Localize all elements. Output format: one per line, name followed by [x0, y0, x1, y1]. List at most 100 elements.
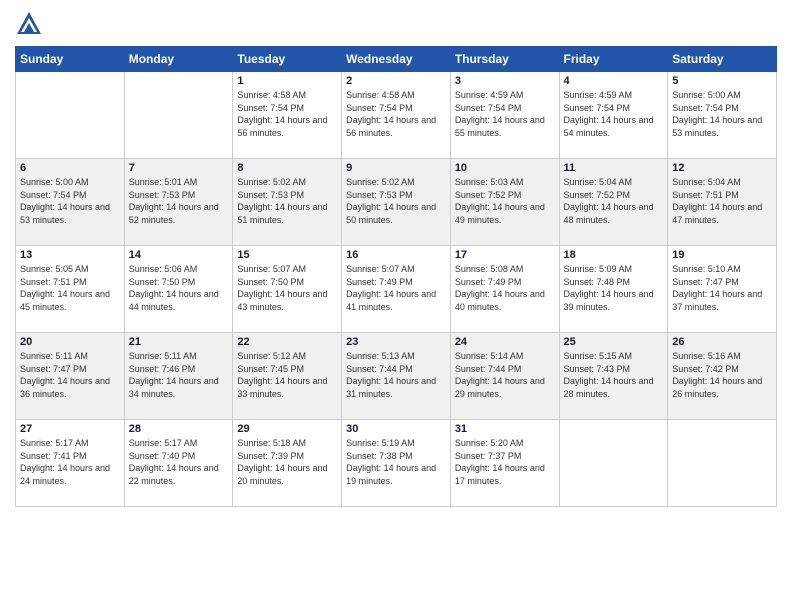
weekday-header-wednesday: Wednesday — [342, 47, 451, 72]
calendar-cell: 13 Sunrise: 5:05 AM Sunset: 7:51 PM Dayli… — [16, 246, 125, 333]
day-number: 16 — [346, 249, 446, 261]
day-info: Sunrise: 5:19 AM Sunset: 7:38 PM Dayligh… — [346, 437, 446, 487]
calendar-cell: 30 Sunrise: 5:19 AM Sunset: 7:38 PM Dayli… — [342, 420, 451, 507]
calendar-cell: 24 Sunrise: 5:14 AM Sunset: 7:44 PM Dayli… — [450, 333, 559, 420]
calendar-cell: 27Sunrise: 5:17 AM Sunset: 7:41 PM Dayli… — [16, 420, 125, 507]
day-number: 1 — [237, 75, 337, 87]
calendar-cell: 11 Sunrise: 5:04 AM Sunset: 7:52 PM Dayli… — [559, 159, 668, 246]
calendar-cell: 19Sunrise: 5:10 AM Sunset: 7:47 PM Dayli… — [668, 246, 777, 333]
day-info: Sunrise: 4:58 AM Sunset: 7:54 PM Dayligh… — [237, 89, 337, 139]
calendar-cell: 10 Sunrise: 5:03 AM Sunset: 7:52 PM Dayli… — [450, 159, 559, 246]
day-number: 22 — [237, 336, 337, 348]
day-number: 18 — [564, 249, 664, 261]
day-info: Sunrise: 5:07 AM Sunset: 7:50 PM Dayligh… — [237, 263, 337, 313]
header — [15, 10, 777, 38]
day-number: 25 — [564, 336, 664, 348]
day-number: 5 — [672, 75, 772, 87]
day-info: Sunrise: 5:06 AM Sunset: 7:50 PM Dayligh… — [129, 263, 229, 313]
page: SundayMondayTuesdayWednesdayThursdayFrid… — [0, 0, 792, 612]
calendar-cell: 22 Sunrise: 5:12 AM Sunset: 7:45 PM Dayli… — [233, 333, 342, 420]
day-info: Sunrise: 5:16 AM Sunset: 7:42 PM Dayligh… — [672, 350, 772, 400]
calendar-cell — [559, 420, 668, 507]
day-number: 4 — [564, 75, 664, 87]
day-number: 2 — [346, 75, 446, 87]
calendar-cell: 7 Sunrise: 5:01 AM Sunset: 7:53 PM Daylig… — [124, 159, 233, 246]
calendar-cell: 15 Sunrise: 5:07 AM Sunset: 7:50 PM Dayli… — [233, 246, 342, 333]
day-info: Sunrise: 5:01 AM Sunset: 7:53 PM Dayligh… — [129, 176, 229, 226]
day-info: Sunrise: 5:20 AM Sunset: 7:37 PM Dayligh… — [455, 437, 555, 487]
day-number: 7 — [129, 162, 229, 174]
day-info: Sunrise: 5:02 AM Sunset: 7:53 PM Dayligh… — [237, 176, 337, 226]
day-number: 21 — [129, 336, 229, 348]
day-info: Sunrise: 5:07 AM Sunset: 7:49 PM Dayligh… — [346, 263, 446, 313]
calendar-week-row: 6Sunrise: 5:00 AM Sunset: 7:54 PM Daylig… — [16, 159, 777, 246]
day-number: 17 — [455, 249, 555, 261]
calendar-week-row: 13 Sunrise: 5:05 AM Sunset: 7:51 PM Dayli… — [16, 246, 777, 333]
day-info: Sunrise: 5:09 AM Sunset: 7:48 PM Dayligh… — [564, 263, 664, 313]
weekday-header-thursday: Thursday — [450, 47, 559, 72]
day-info: Sunrise: 5:17 AM Sunset: 7:40 PM Dayligh… — [129, 437, 229, 487]
day-number: 13 — [20, 249, 120, 261]
day-number: 27 — [20, 423, 120, 435]
day-info: Sunrise: 5:11 AM Sunset: 7:47 PM Dayligh… — [20, 350, 120, 400]
day-info: Sunrise: 5:12 AM Sunset: 7:45 PM Dayligh… — [237, 350, 337, 400]
calendar-cell: 2Sunrise: 4:58 AM Sunset: 7:54 PM Daylig… — [342, 72, 451, 159]
day-number: 28 — [129, 423, 229, 435]
calendar-cell: 9Sunrise: 5:02 AM Sunset: 7:53 PM Daylig… — [342, 159, 451, 246]
day-info: Sunrise: 5:00 AM Sunset: 7:54 PM Dayligh… — [20, 176, 120, 226]
calendar-cell: 5 Sunrise: 5:00 AM Sunset: 7:54 PM Daylig… — [668, 72, 777, 159]
calendar-cell: 23 Sunrise: 5:13 AM Sunset: 7:44 PM Dayli… — [342, 333, 451, 420]
calendar-cell: 21 Sunrise: 5:11 AM Sunset: 7:46 PM Dayli… — [124, 333, 233, 420]
weekday-header-monday: Monday — [124, 47, 233, 72]
calendar-cell: 8Sunrise: 5:02 AM Sunset: 7:53 PM Daylig… — [233, 159, 342, 246]
calendar-cell — [124, 72, 233, 159]
calendar-cell: 4 Sunrise: 4:59 AM Sunset: 7:54 PM Daylig… — [559, 72, 668, 159]
weekday-header-tuesday: Tuesday — [233, 47, 342, 72]
day-number: 31 — [455, 423, 555, 435]
calendar-week-row: 1 Sunrise: 4:58 AM Sunset: 7:54 PM Daylig… — [16, 72, 777, 159]
weekday-header-friday: Friday — [559, 47, 668, 72]
logo — [15, 10, 47, 38]
calendar-cell — [16, 72, 125, 159]
day-info: Sunrise: 5:14 AM Sunset: 7:44 PM Dayligh… — [455, 350, 555, 400]
calendar-cell: 29 Sunrise: 5:18 AM Sunset: 7:39 PM Dayli… — [233, 420, 342, 507]
day-number: 12 — [672, 162, 772, 174]
day-number: 15 — [237, 249, 337, 261]
logo-icon — [15, 10, 43, 38]
day-number: 20 — [20, 336, 120, 348]
day-number: 10 — [455, 162, 555, 174]
day-info: Sunrise: 5:11 AM Sunset: 7:46 PM Dayligh… — [129, 350, 229, 400]
calendar-cell: 31 Sunrise: 5:20 AM Sunset: 7:37 PM Dayli… — [450, 420, 559, 507]
calendar-cell: 14 Sunrise: 5:06 AM Sunset: 7:50 PM Dayli… — [124, 246, 233, 333]
weekday-header-row: SundayMondayTuesdayWednesdayThursdayFrid… — [16, 47, 777, 72]
day-info: Sunrise: 5:05 AM Sunset: 7:51 PM Dayligh… — [20, 263, 120, 313]
day-info: Sunrise: 5:18 AM Sunset: 7:39 PM Dayligh… — [237, 437, 337, 487]
day-info: Sunrise: 5:08 AM Sunset: 7:49 PM Dayligh… — [455, 263, 555, 313]
day-number: 14 — [129, 249, 229, 261]
calendar-cell: 18 Sunrise: 5:09 AM Sunset: 7:48 PM Dayli… — [559, 246, 668, 333]
calendar-week-row: 20 Sunrise: 5:11 AM Sunset: 7:47 PM Dayli… — [16, 333, 777, 420]
day-number: 24 — [455, 336, 555, 348]
calendar-cell: 26 Sunrise: 5:16 AM Sunset: 7:42 PM Dayli… — [668, 333, 777, 420]
day-info: Sunrise: 5:13 AM Sunset: 7:44 PM Dayligh… — [346, 350, 446, 400]
weekday-header-saturday: Saturday — [668, 47, 777, 72]
day-info: Sunrise: 5:00 AM Sunset: 7:54 PM Dayligh… — [672, 89, 772, 139]
day-number: 9 — [346, 162, 446, 174]
calendar-cell: 1 Sunrise: 4:58 AM Sunset: 7:54 PM Daylig… — [233, 72, 342, 159]
day-info: Sunrise: 4:59 AM Sunset: 7:54 PM Dayligh… — [455, 89, 555, 139]
calendar-cell: 25Sunrise: 5:15 AM Sunset: 7:43 PM Dayli… — [559, 333, 668, 420]
day-info: Sunrise: 5:10 AM Sunset: 7:47 PM Dayligh… — [672, 263, 772, 313]
day-info: Sunrise: 5:04 AM Sunset: 7:52 PM Dayligh… — [564, 176, 664, 226]
day-number: 29 — [237, 423, 337, 435]
day-info: Sunrise: 4:59 AM Sunset: 7:54 PM Dayligh… — [564, 89, 664, 139]
calendar-cell: 6Sunrise: 5:00 AM Sunset: 7:54 PM Daylig… — [16, 159, 125, 246]
day-number: 26 — [672, 336, 772, 348]
day-info: Sunrise: 5:03 AM Sunset: 7:52 PM Dayligh… — [455, 176, 555, 226]
calendar-cell: 20 Sunrise: 5:11 AM Sunset: 7:47 PM Dayli… — [16, 333, 125, 420]
day-number: 23 — [346, 336, 446, 348]
day-info: Sunrise: 5:04 AM Sunset: 7:51 PM Dayligh… — [672, 176, 772, 226]
day-number: 30 — [346, 423, 446, 435]
calendar-cell: 16 Sunrise: 5:07 AM Sunset: 7:49 PM Dayli… — [342, 246, 451, 333]
calendar-week-row: 27Sunrise: 5:17 AM Sunset: 7:41 PM Dayli… — [16, 420, 777, 507]
day-number: 11 — [564, 162, 664, 174]
